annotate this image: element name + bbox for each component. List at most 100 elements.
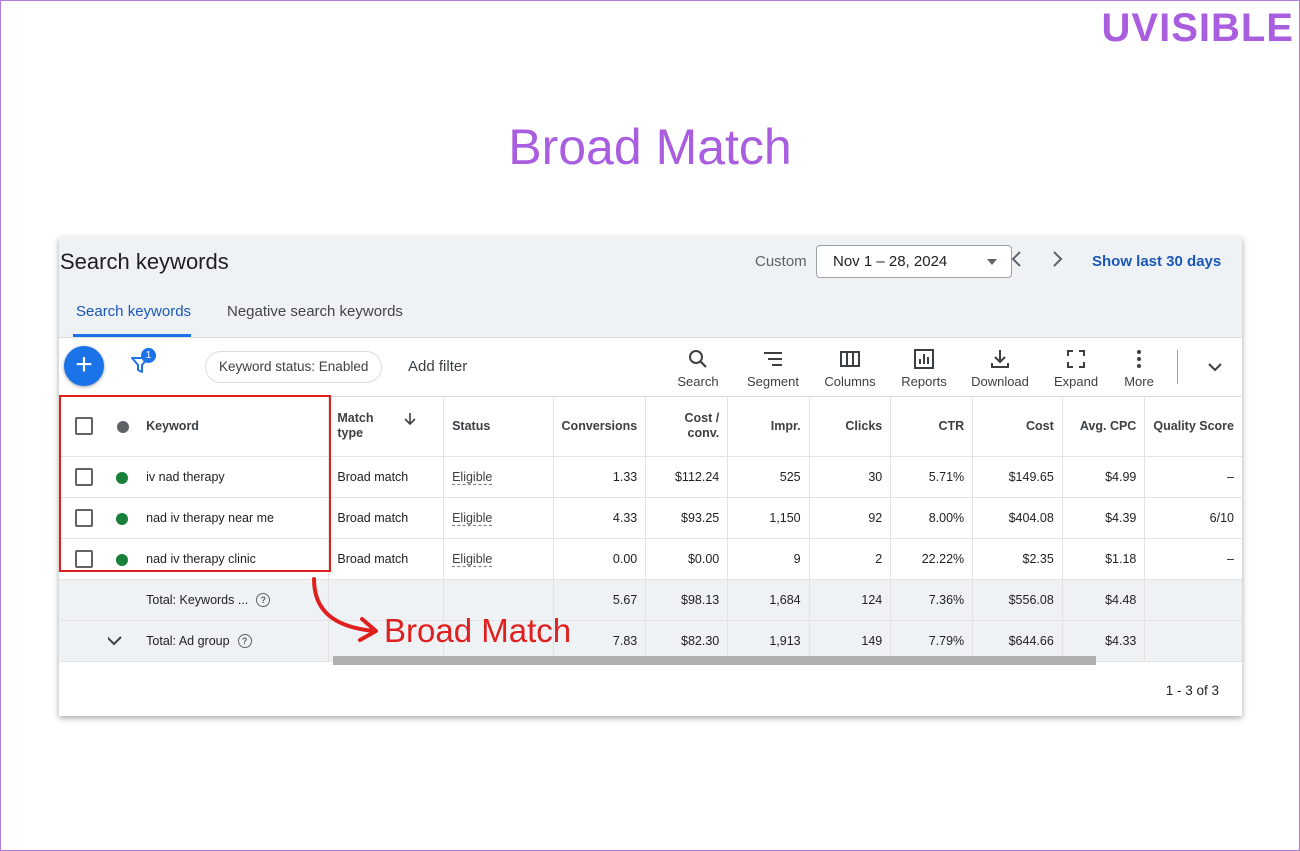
tab-search-keywords[interactable]: Search keywords (76, 303, 191, 320)
conversions-cell: 0.00 (553, 538, 647, 580)
header-clicks[interactable]: Clicks (809, 396, 892, 457)
status-eligible-link[interactable]: Eligible (452, 511, 492, 525)
next-period-button[interactable] (1047, 249, 1067, 269)
date-range-value: Nov 1 – 28, 2024 (833, 253, 948, 270)
columns-icon (840, 351, 860, 367)
table-toolbar: + 1 Keyword status: Enabled Add filter S… (59, 338, 1242, 397)
total-avg-cpc-cell: $4.48 (1062, 579, 1146, 621)
header-avg-cpc[interactable]: Avg. CPC (1062, 396, 1146, 457)
total-empty-cell (1144, 620, 1242, 662)
match-type-cell: Broad match (328, 497, 445, 539)
quality-score-cell: 6/10 (1144, 497, 1242, 539)
total-impr-cell: 1,684 (727, 579, 810, 621)
chevron-right-icon (1053, 251, 1063, 267)
total-keywords-row: Total: Keywords ...? 5.67 $98.13 1,684 1… (59, 579, 1242, 621)
header-cost-per-conv[interactable]: Cost / conv. (645, 396, 729, 457)
expand-tool-label: Expand (1053, 374, 1099, 389)
page-title: Search keywords (60, 249, 229, 274)
status-eligible-link[interactable]: Eligible (452, 552, 492, 566)
avg-cpc-cell: $1.18 (1062, 538, 1146, 580)
panel-header: Search keywords Custom Nov 1 – 28, 2024 … (59, 237, 1242, 338)
cost-per-conv-cell: $0.00 (645, 538, 729, 580)
sort-arrow-down-icon (404, 413, 416, 426)
expand-cell (108, 620, 139, 662)
download-tool-button[interactable]: Download (968, 346, 1032, 389)
avg-cpc-cell: $4.99 (1062, 456, 1146, 498)
headline: Broad Match (508, 119, 792, 175)
cost-cell: $149.65 (972, 456, 1063, 498)
ctr-cell: 22.22% (890, 538, 974, 580)
active-tab-indicator (73, 334, 191, 337)
tab-negative-search-keywords[interactable]: Negative search keywords (227, 303, 403, 320)
cost-per-conv-cell: $112.24 (645, 456, 729, 498)
total-cost-cell: $556.08 (972, 579, 1063, 621)
ctr-cell: 5.71% (890, 456, 974, 498)
header-ctr[interactable]: CTR (890, 396, 974, 457)
reports-tool-button[interactable]: Reports (892, 346, 956, 389)
cost-cell: $2.35 (972, 538, 1063, 580)
clicks-cell: 92 (809, 497, 892, 539)
annotation-label: Broad Match (384, 612, 572, 649)
conversions-cell: 1.33 (553, 456, 647, 498)
search-tool-label: Search (677, 374, 719, 389)
date-range-picker[interactable]: Nov 1 – 28, 2024 (816, 245, 1012, 278)
total-keywords-label: Total: Keywords ... (146, 592, 249, 607)
header-status[interactable]: Status (443, 396, 554, 457)
header-match-type[interactable]: Match type (328, 396, 445, 457)
horizontal-scrollbar[interactable] (333, 656, 1096, 665)
quality-score-cell: – (1144, 538, 1242, 580)
quality-score-cell: – (1144, 456, 1242, 498)
total-clicks-cell: 124 (809, 579, 892, 621)
match-type-cell: Broad match (328, 538, 445, 580)
status-cell: Eligible (443, 497, 554, 539)
columns-tool-label: Columns (824, 374, 876, 389)
total-spacer-cell (108, 579, 139, 621)
impr-cell: 9 (727, 538, 810, 580)
cost-cell: $404.08 (972, 497, 1063, 539)
status-cell: Eligible (443, 538, 554, 580)
search-tool-button[interactable]: Search (666, 346, 730, 389)
header-cost[interactable]: Cost (972, 396, 1063, 457)
status-cell: Eligible (443, 456, 554, 498)
total-cost-per-conv-cell: $98.13 (645, 579, 729, 621)
clicks-cell: 2 (809, 538, 892, 580)
show-last-30-days-link[interactable]: Show last 30 days (1092, 253, 1221, 270)
reports-tool-label: Reports (901, 374, 947, 389)
chevron-down-icon[interactable] (1206, 358, 1224, 376)
total-spacer-cell (59, 620, 109, 662)
add-button[interactable]: + (64, 346, 104, 386)
segment-tool-button[interactable]: Segment (741, 346, 805, 389)
toolbar-divider (1177, 350, 1178, 384)
status-eligible-link[interactable]: Eligible (452, 470, 492, 484)
header-quality-score[interactable]: Quality Score (1144, 396, 1242, 457)
download-tool-label: Download (971, 374, 1029, 389)
dropdown-caret-icon (987, 259, 997, 265)
help-icon[interactable]: ? (256, 593, 271, 608)
search-icon (689, 350, 707, 368)
more-vert-icon (1137, 350, 1141, 368)
header-impr[interactable]: Impr. (727, 396, 810, 457)
clicks-cell: 30 (809, 456, 892, 498)
header-match-type-label: Match type (337, 411, 374, 440)
keyword-status-filter-chip[interactable]: Keyword status: Enabled (205, 351, 383, 383)
more-tool-label: More (1124, 374, 1154, 389)
segment-tool-label: Segment (746, 374, 800, 389)
expand-tool-button[interactable]: Expand (1044, 346, 1108, 389)
columns-tool-button[interactable]: Columns (818, 346, 882, 389)
total-ad-group-label: Total: Ad group (146, 633, 230, 648)
previous-period-button[interactable] (1007, 249, 1027, 269)
header-conversions[interactable]: Conversions (553, 396, 647, 457)
total-ctr-cell: 7.36% (890, 579, 974, 621)
annotation-arrow-icon (312, 577, 378, 642)
cost-per-conv-cell: $93.25 (645, 497, 729, 539)
total-spacer-cell (59, 579, 109, 621)
help-icon[interactable]: ? (237, 634, 252, 649)
reports-icon (914, 349, 934, 369)
expand-icon (1067, 350, 1085, 368)
avg-cpc-cell: $4.39 (1062, 497, 1146, 539)
more-tool-button[interactable]: More (1107, 346, 1171, 389)
chevron-down-icon[interactable] (108, 630, 124, 650)
keyword-highlight-box (59, 395, 331, 572)
ctr-cell: 8.00% (890, 497, 974, 539)
add-filter-button[interactable]: Add filter (408, 358, 467, 375)
